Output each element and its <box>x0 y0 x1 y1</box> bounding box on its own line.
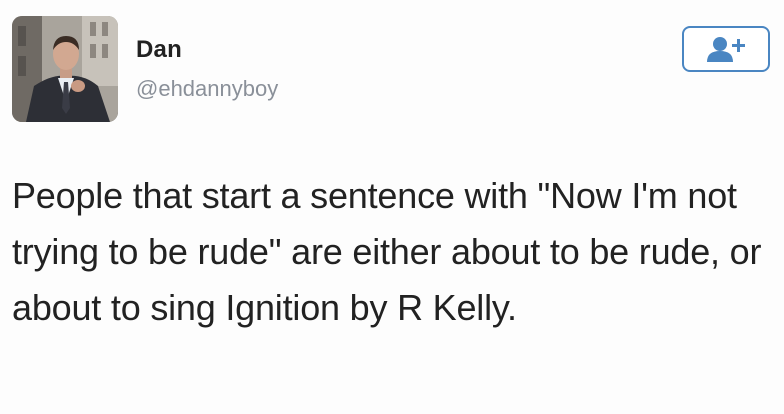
follow-button[interactable] <box>682 26 770 72</box>
user-handle[interactable]: @ehdannyboy <box>136 76 278 102</box>
add-user-icon <box>707 37 745 62</box>
tweet-card: Dan @ehdannyboy People that start a sent… <box>0 0 784 414</box>
tweet-text: People that start a sentence with "Now I… <box>12 175 762 328</box>
user-name[interactable]: Dan <box>136 36 182 64</box>
avatar-photo <box>12 16 118 122</box>
avatar[interactable] <box>12 16 118 122</box>
